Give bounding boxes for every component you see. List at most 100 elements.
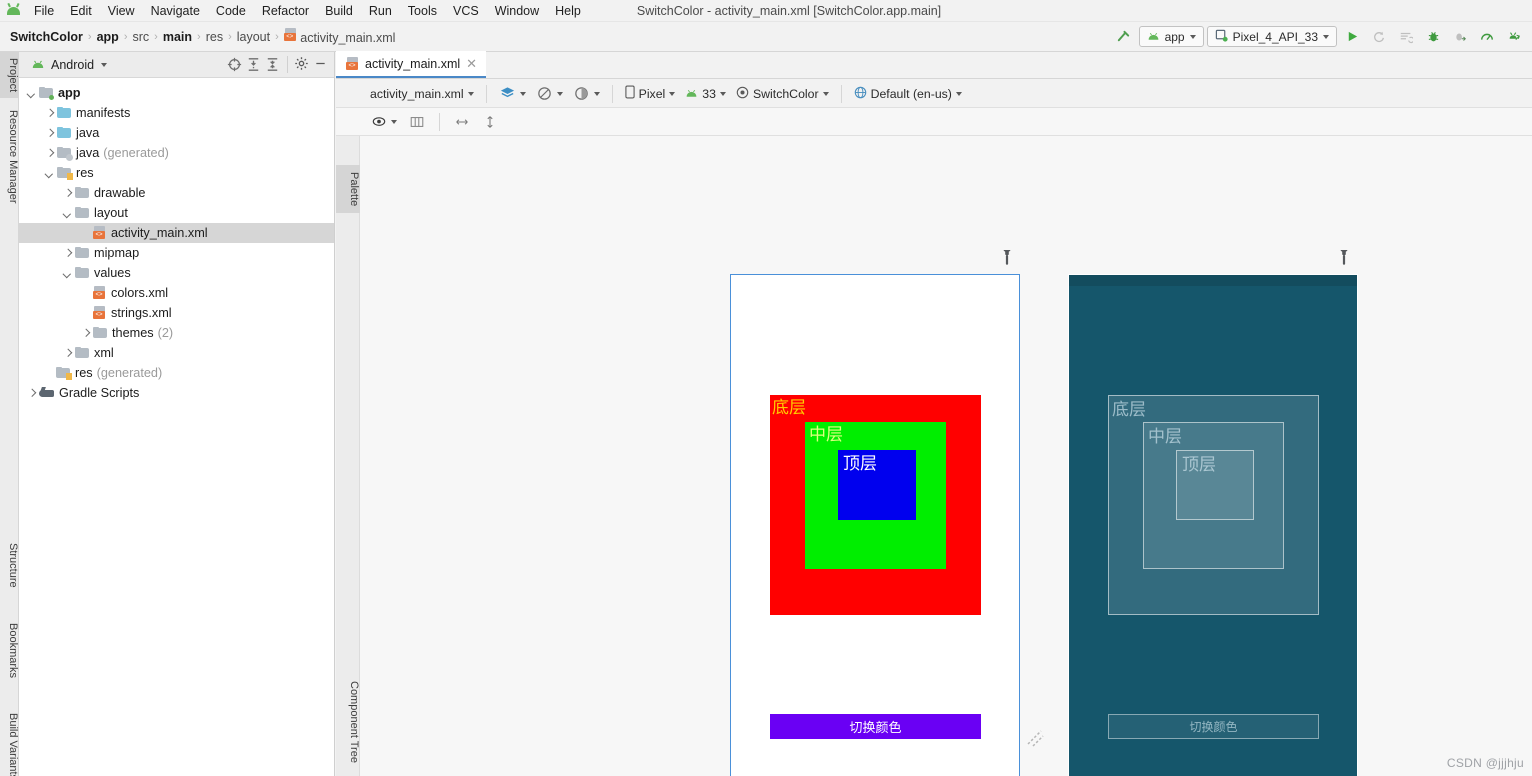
tree-item-activity-main-xml[interactable]: activity_main.xml [19, 223, 334, 243]
tree-item-suffix: (2) [157, 326, 174, 340]
menu-item-run[interactable]: Run [361, 2, 400, 20]
device-selector[interactable]: Pixel_4_API_33 [1206, 26, 1337, 47]
wrench-icon[interactable] [1337, 244, 1351, 266]
run-configuration-selector[interactable]: app [1138, 26, 1204, 47]
tree-item-colors-xml[interactable]: colors.xml [19, 283, 334, 303]
wrench-icon[interactable] [1000, 244, 1014, 266]
menu-item-navigate[interactable]: Navigate [143, 2, 208, 20]
expand-all-icon[interactable] [245, 56, 262, 73]
tree-item-label: themes [112, 326, 154, 340]
match-height-button[interactable] [479, 112, 501, 132]
tree-item-xml[interactable]: xml [19, 343, 334, 363]
breadcrumb-item-activity-main-xml[interactable]: activity_main.xml [280, 27, 400, 46]
view-options-button[interactable] [368, 112, 400, 132]
resize-handle-icon[interactable] [1025, 728, 1047, 750]
chevron-down-icon[interactable] [61, 207, 74, 220]
collapse-all-icon[interactable] [264, 56, 281, 73]
chevron-down-icon[interactable] [43, 167, 56, 180]
breadcrumb-item-layout[interactable]: layout [233, 29, 274, 45]
chevron-right-icon[interactable] [43, 127, 56, 140]
debug-button[interactable] [1421, 26, 1445, 48]
render-device-frame[interactable]: 底层 中层 顶层 切换颜色 [730, 274, 1020, 776]
menu-item-edit[interactable]: Edit [62, 2, 100, 20]
tree-item-java-generated[interactable]: java (generated) [19, 143, 334, 163]
tree-item-java[interactable]: java [19, 123, 334, 143]
menu-item-build[interactable]: Build [317, 2, 361, 20]
crosshair-icon[interactable] [226, 56, 243, 73]
panel-layout-button[interactable] [406, 112, 428, 132]
match-width-button[interactable] [451, 112, 473, 132]
api-level-selector[interactable]: 33 [682, 85, 729, 103]
chevron-down-icon[interactable] [25, 87, 38, 100]
sidebar-item-structure[interactable]: Structure [0, 537, 19, 594]
tree-item-values[interactable]: values [19, 263, 334, 283]
tree-item-drawable[interactable]: drawable [19, 183, 334, 203]
device-explorer-button[interactable] [1502, 26, 1526, 48]
theme-selector[interactable]: SwitchColor [733, 84, 832, 104]
menu-item-refactor[interactable]: Refactor [254, 2, 317, 20]
tree-item-strings-xml[interactable]: strings.xml [19, 303, 334, 323]
breadcrumb-item-src[interactable]: src [129, 29, 154, 45]
design-canvas[interactable]: 底层 中层 顶层 切换颜色 底层 中层 顶层 切换颜色 [360, 136, 1532, 776]
sidebar-item-bookmarks[interactable]: Bookmarks [0, 617, 19, 684]
chevron-down-icon[interactable] [101, 62, 108, 67]
chevron-down-icon [593, 91, 600, 96]
tree-item-layout[interactable]: layout [19, 203, 334, 223]
tree-item-res-generated[interactable]: res (generated) [19, 363, 334, 383]
locale-selector[interactable]: Default (en-us) [851, 84, 965, 104]
orientation-button[interactable] [533, 83, 566, 104]
switch-color-button[interactable]: 切换颜色 [1108, 714, 1319, 739]
menu-item-code[interactable]: Code [208, 2, 254, 20]
menu-item-file[interactable]: File [26, 2, 62, 20]
run-button[interactable] [1340, 26, 1364, 48]
chevron-right-icon[interactable] [61, 247, 74, 260]
close-icon[interactable]: ✕ [466, 57, 477, 70]
tree-item-mipmap[interactable]: mipmap [19, 243, 334, 263]
tree-item-app[interactable]: app [19, 83, 334, 103]
chevron-right-icon[interactable] [25, 387, 38, 400]
menu-item-window[interactable]: Window [487, 2, 547, 20]
chevron-right-icon[interactable] [61, 187, 74, 200]
design-surface-button[interactable] [496, 83, 529, 104]
tree-item-suffix: (generated) [103, 146, 169, 160]
breadcrumb-item-main[interactable]: main [159, 29, 196, 45]
chevron-right-icon[interactable] [61, 347, 74, 360]
project-view-selector-label[interactable]: Android [51, 58, 94, 72]
chevron-right-icon[interactable] [43, 147, 56, 160]
tab-palette[interactable]: Palette [336, 165, 360, 214]
apply-changes-button[interactable] [1367, 26, 1391, 48]
tree-item-themes[interactable]: themes (2) [19, 323, 334, 343]
breadcrumb-item-project[interactable]: SwitchColor [6, 29, 87, 45]
sidebar-item-resource-manager[interactable]: Resource Manager [0, 104, 19, 210]
sidebar-item-build-variants[interactable]: Build Variants [0, 707, 19, 776]
tree-item-manifests[interactable]: manifests [19, 103, 334, 123]
sidebar-item-project[interactable]: Project [0, 52, 19, 99]
menu-item-tools[interactable]: Tools [400, 2, 445, 20]
tab-activity-main-xml[interactable]: activity_main.xml ✕ [336, 51, 487, 78]
top-layer-label: 顶层 [1182, 455, 1216, 475]
tree-item-res[interactable]: res [19, 163, 334, 183]
switch-color-button[interactable]: 切换颜色 [770, 714, 981, 739]
menu-item-vcs[interactable]: VCS [445, 2, 487, 20]
top-layer-view[interactable]: 顶层 [1176, 450, 1254, 520]
breadcrumb-item-app[interactable]: app [93, 29, 123, 45]
menu-item-help[interactable]: Help [547, 2, 589, 20]
attach-debugger-button[interactable] [1448, 26, 1472, 48]
profiler-button[interactable] [1475, 26, 1499, 48]
menu-item-view[interactable]: View [100, 2, 143, 20]
minimize-icon[interactable] [313, 56, 330, 73]
night-mode-button[interactable] [570, 83, 603, 104]
apply-code-changes-button[interactable] [1394, 26, 1418, 48]
blueprint-device-frame[interactable]: 底层 中层 顶层 切换颜色 [1068, 274, 1358, 776]
chevron-right-icon[interactable] [79, 327, 92, 340]
layout-file-selector[interactable]: activity_main.xml [367, 85, 477, 103]
top-layer-view[interactable]: 顶层 [838, 450, 916, 520]
build-hammer-icon[interactable] [1112, 26, 1136, 48]
tab-component-tree[interactable]: Component Tree [336, 674, 360, 770]
chevron-right-icon[interactable] [43, 107, 56, 120]
chevron-down-icon[interactable] [61, 267, 74, 280]
device-selector[interactable]: Pixel [622, 83, 679, 104]
breadcrumb-item-res[interactable]: res [202, 29, 227, 45]
gear-icon[interactable] [294, 56, 311, 73]
tree-item-gradle-scripts[interactable]: Gradle Scripts [19, 383, 334, 403]
